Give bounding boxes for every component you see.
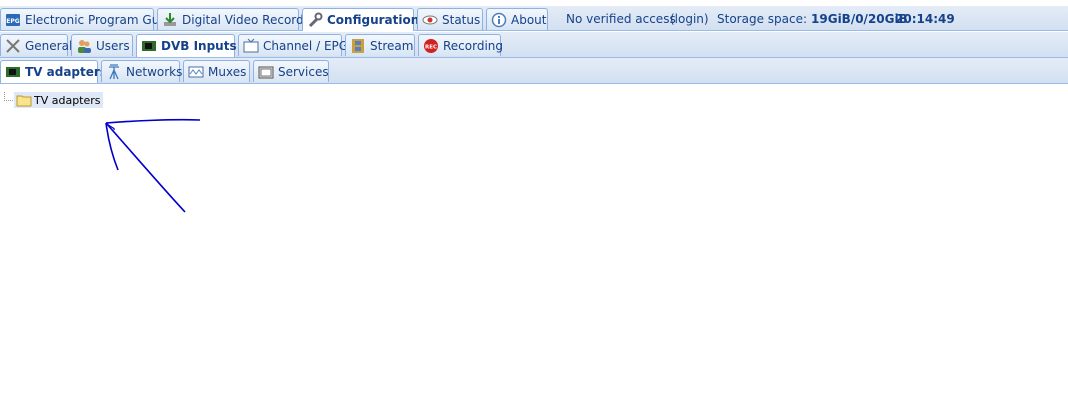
annotation-arrow	[105, 118, 201, 213]
